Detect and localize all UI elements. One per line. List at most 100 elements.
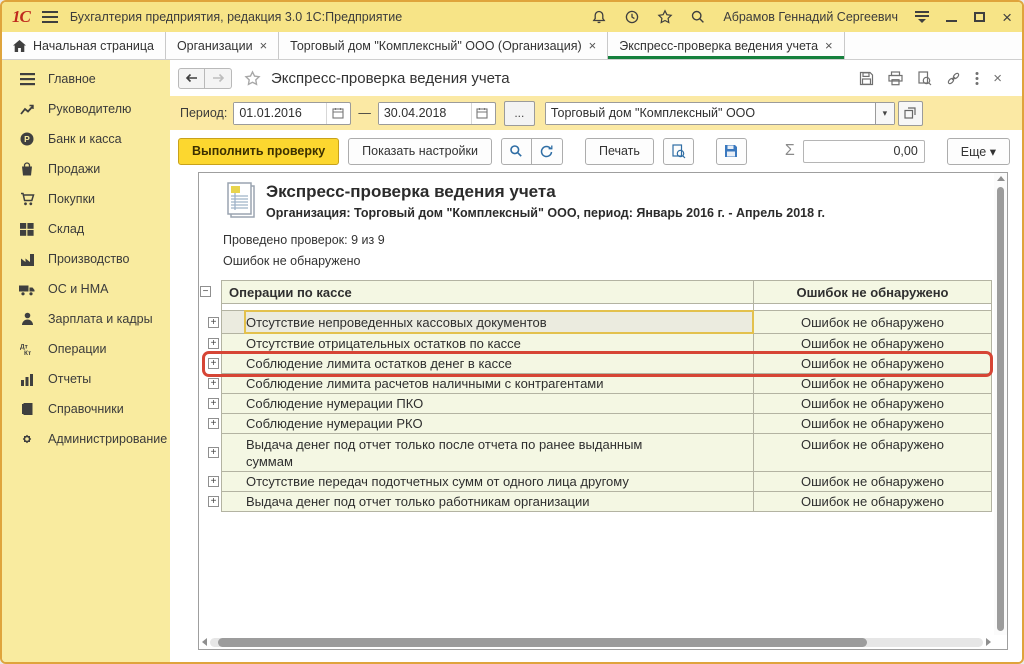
save-icon[interactable] [859, 71, 874, 86]
find-icon[interactable] [501, 138, 532, 165]
expand-row-icon[interactable]: + [208, 317, 219, 328]
expand-row-icon[interactable]: + [208, 358, 219, 369]
table-row[interactable]: + Выдача денег под отчет только после от… [199, 434, 992, 472]
vertical-scrollbar[interactable] [994, 173, 1007, 635]
forward-button[interactable] [205, 68, 232, 89]
table-row[interactable]: + Соблюдение нумерации РКО Ошибок не обн… [199, 414, 992, 434]
collapse-group-icon[interactable]: − [200, 286, 211, 297]
period-options-button[interactable]: ... [504, 101, 535, 126]
link-icon[interactable] [946, 71, 961, 86]
check-status-cell[interactable]: Ошибок не обнаружено [754, 394, 992, 414]
table-row[interactable]: + Соблюдение лимита расчетов наличными с… [199, 374, 992, 394]
check-status-cell[interactable]: Ошибок не обнаружено [754, 334, 992, 354]
print-button[interactable]: Печать [585, 138, 654, 165]
sidebar-item-operations[interactable]: ДтКт Операции [2, 334, 170, 364]
expand-row-icon[interactable]: + [208, 398, 219, 409]
sum-input[interactable] [803, 140, 925, 163]
expand-row-icon[interactable]: + [208, 496, 219, 507]
expand-row-icon[interactable]: + [208, 447, 219, 458]
check-name-cell[interactable]: Отсутствие непроведенных кассовых докуме… [221, 311, 754, 334]
sidebar-item-manager[interactable]: Руководителю [2, 94, 170, 124]
horizontal-scrollbar[interactable] [199, 635, 994, 649]
current-user[interactable]: Абрамов Геннадий Сергеевич [723, 10, 898, 24]
sidebar-item-salary-hr[interactable]: Зарплата и кадры [2, 304, 170, 334]
check-name-cell[interactable]: Соблюдение нумерации ПКО [221, 394, 754, 414]
tab-close-icon[interactable]: × [589, 38, 597, 53]
check-status-cell[interactable]: Ошибок не обнаружено [754, 492, 992, 512]
sidebar-item-directories[interactable]: Справочники [2, 394, 170, 424]
check-status-cell[interactable]: Ошибок не обнаружено [754, 472, 992, 492]
table-row[interactable]: + Отсутствие непроведенных кассовых доку… [199, 311, 992, 334]
sidebar-item-reports[interactable]: Отчеты [2, 364, 170, 394]
notifications-bell-icon[interactable] [591, 9, 607, 25]
favorites-star-icon[interactable] [657, 9, 673, 25]
print-icon[interactable] [888, 71, 903, 86]
more-actions-icon[interactable] [975, 71, 979, 86]
favorite-star-icon[interactable] [244, 70, 261, 87]
sidebar-item-purchases[interactable]: Покупки [2, 184, 170, 214]
run-check-button[interactable]: Выполнить проверку [178, 138, 339, 165]
check-status-cell[interactable]: Ошибок не обнаружено [754, 311, 992, 334]
check-name-cell[interactable]: Выдача денег под отчет только после отче… [221, 434, 754, 472]
table-row[interactable]: + Соблюдение лимита остатков денег в кас… [199, 354, 992, 374]
close-form-icon[interactable]: × [993, 71, 1002, 86]
scroll-left-icon[interactable] [202, 638, 207, 646]
sidebar-item-bank-cash[interactable]: Р Банк и касса [2, 124, 170, 154]
sidebar-item-warehouse[interactable]: Склад [2, 214, 170, 244]
calendar-icon[interactable] [326, 103, 348, 124]
main-menu-icon[interactable] [42, 11, 58, 23]
check-status-cell[interactable]: Ошибок не обнаружено [754, 414, 992, 434]
group-header-cell[interactable]: Операции по кассе [221, 280, 754, 304]
tab-home[interactable]: Начальная страница [2, 32, 166, 59]
more-button[interactable]: Еще ▾ [947, 138, 1010, 165]
check-status-cell[interactable]: Ошибок не обнаружено [754, 354, 992, 374]
tab-express-check[interactable]: Экспресс-проверка ведения учета × [608, 32, 844, 59]
check-name-cell[interactable]: Отсутствие передач подотчетных сумм от о… [221, 472, 754, 492]
expand-row-icon[interactable]: + [208, 338, 219, 349]
sidebar-item-fixed-assets[interactable]: ОС и НМА [2, 274, 170, 304]
check-status-cell[interactable]: Ошибок не обнаружено [754, 374, 992, 394]
table-row[interactable]: + Соблюдение нумерации ПКО Ошибок не обн… [199, 394, 992, 414]
sidebar-item-sales[interactable]: Продажи [2, 154, 170, 184]
check-name-cell[interactable]: Отсутствие отрицательных остатков по кас… [221, 334, 754, 354]
show-settings-button[interactable]: Показать настройки [348, 138, 492, 165]
tab-organizations[interactable]: Организации × [166, 32, 279, 59]
table-row[interactable]: + Отсутствие отрицательных остатков по к… [199, 334, 992, 354]
calendar-icon[interactable] [471, 103, 493, 124]
print-preview-icon[interactable] [663, 138, 694, 165]
back-button[interactable] [178, 68, 205, 89]
sidebar-item-administration[interactable]: Администрирование [2, 424, 170, 454]
tab-close-icon[interactable]: × [260, 38, 268, 53]
check-name-cell[interactable]: Соблюдение лимита остатков денег в кассе [221, 354, 754, 374]
horizontal-scroll-thumb[interactable] [218, 638, 867, 647]
period-from-input[interactable] [234, 103, 326, 124]
tab-close-icon[interactable]: × [825, 38, 833, 53]
minimize-button[interactable] [946, 20, 957, 22]
period-to-input[interactable] [379, 103, 471, 124]
tab-organization-card[interactable]: Торговый дом "Комплексный" ООО (Организа… [279, 32, 608, 59]
vertical-scroll-thumb[interactable] [997, 187, 1004, 631]
service-menu-icon[interactable] [915, 11, 929, 23]
scroll-up-icon[interactable] [997, 176, 1005, 181]
table-row[interactable]: + Отсутствие передач подотчетных сумм от… [199, 472, 992, 492]
save-file-icon[interactable] [716, 138, 747, 165]
maximize-button[interactable] [974, 12, 985, 22]
check-status-cell[interactable]: Ошибок не обнаружено [754, 434, 992, 472]
check-name-cell[interactable]: Соблюдение лимита расчетов наличными с к… [221, 374, 754, 394]
find-repeat-icon[interactable] [532, 138, 563, 165]
expand-row-icon[interactable]: + [208, 418, 219, 429]
close-window-button[interactable]: × [1002, 9, 1012, 26]
organization-input[interactable] [546, 103, 875, 124]
expand-row-icon[interactable]: + [208, 476, 219, 487]
open-organization-icon[interactable] [898, 101, 923, 126]
expand-row-icon[interactable]: + [208, 378, 219, 389]
scroll-right-icon[interactable] [986, 638, 991, 646]
table-row[interactable]: + Выдача денег под отчет только работник… [199, 492, 992, 512]
preview-icon[interactable] [917, 71, 932, 86]
sidebar-item-production[interactable]: Производство [2, 244, 170, 274]
group-status-cell[interactable]: Ошибок не обнаружено [754, 280, 992, 304]
check-name-cell[interactable]: Выдача денег под отчет только работникам… [221, 492, 754, 512]
search-icon[interactable] [690, 9, 706, 25]
organization-dropdown-icon[interactable]: ▾ [875, 103, 894, 124]
check-name-cell[interactable]: Соблюдение нумерации РКО [221, 414, 754, 434]
